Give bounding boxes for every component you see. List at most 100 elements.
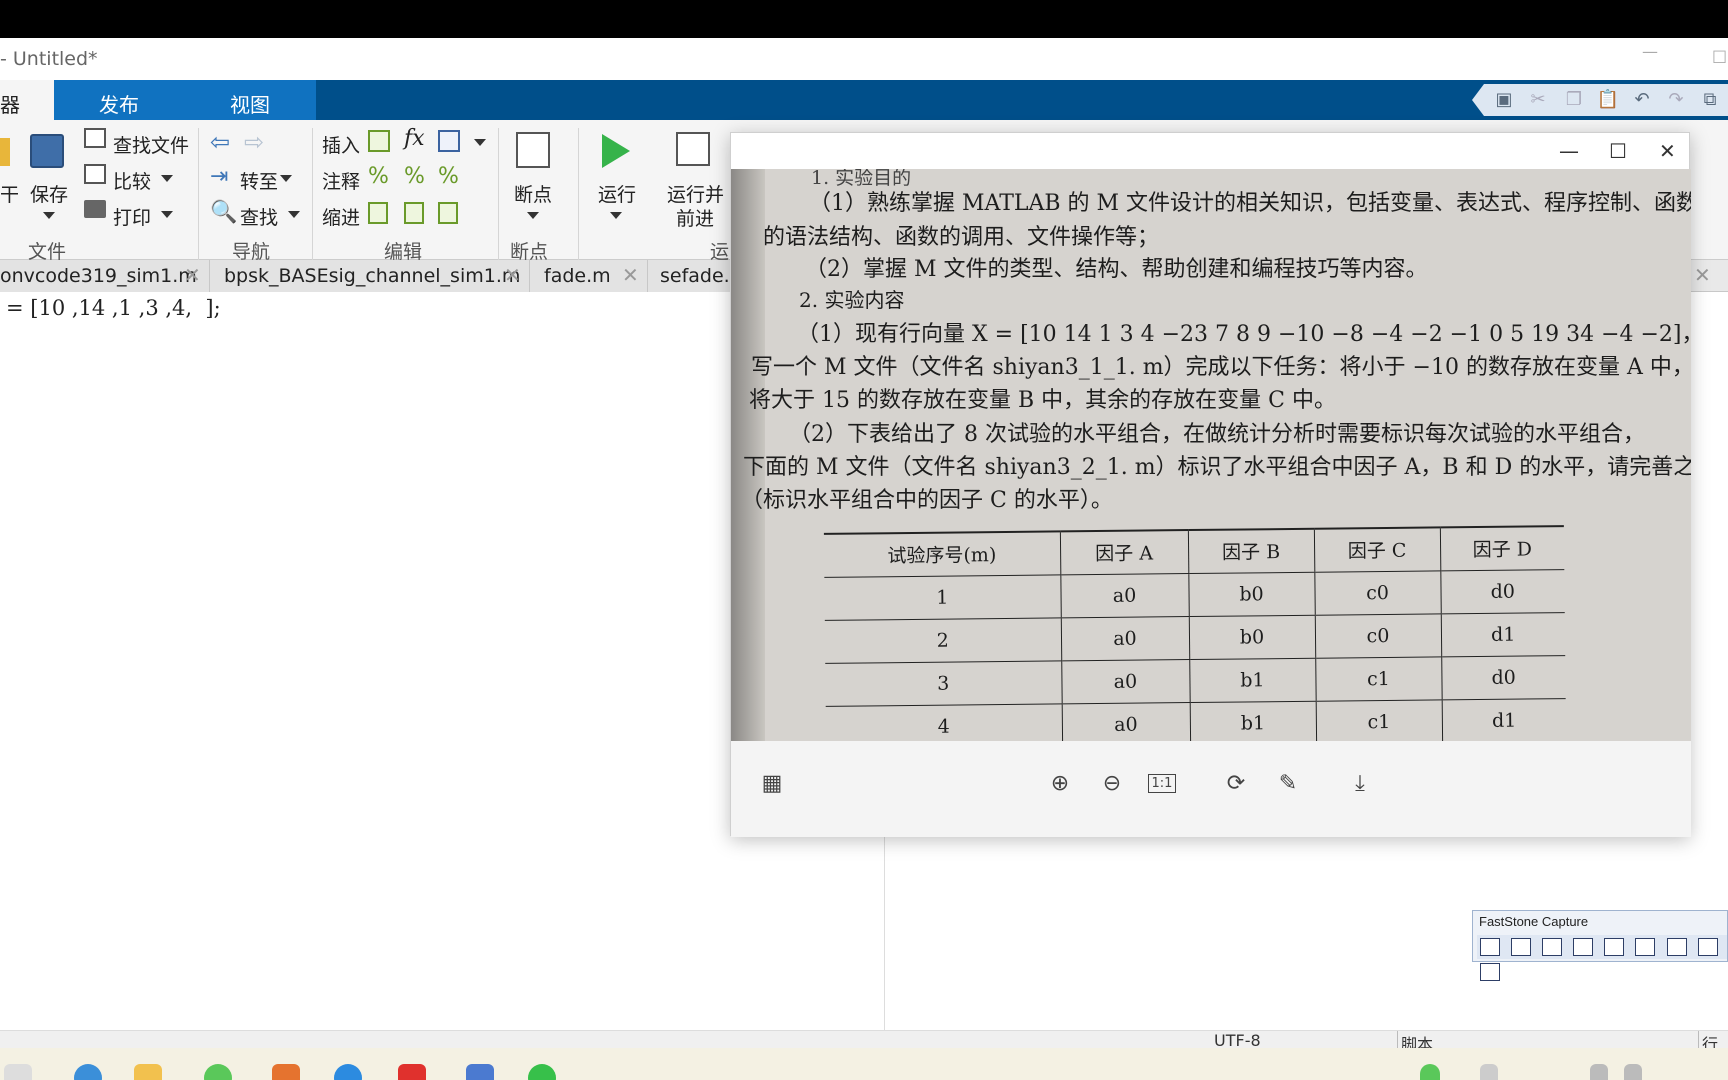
search-icon[interactable] [74,1064,102,1080]
open-folder-icon[interactable] [0,138,10,166]
capture-fullscreen-icon[interactable] [1635,938,1656,956]
wechat-icon[interactable] [528,1064,556,1080]
close-tab-icon[interactable]: ✕ [622,263,639,287]
rotate-icon[interactable]: ⟳ [1219,767,1253,801]
uncomment-icon[interactable]: % [404,164,425,189]
table-cell: d1 [1441,698,1567,741]
viewer-maximize-icon[interactable]: ☐ [1609,139,1627,163]
breakpoints-button[interactable]: 断点 [514,180,552,207]
file-tab[interactable]: bpsk_BASEsig_channel_sim1.m ✕ [210,260,530,292]
compare-dropdown-caret[interactable] [161,175,173,182]
table-header-cell: 因子 B [1187,528,1315,574]
find-button[interactable]: 查找 [240,203,278,230]
image-viewer-window: — ☐ ✕ 1. 实验目的 （1）熟练掌握 MATLAB 的 M 文件设计的相关… [730,132,1691,837]
goto-button[interactable]: 转至 [240,167,278,194]
thumbnail-grid-icon[interactable]: ▦ [755,767,789,801]
close-tab-icon[interactable]: ✕ [184,263,201,287]
insert-dropdown-caret[interactable] [474,139,486,146]
print-button[interactable]: 打印 [113,203,151,230]
increase-indent-icon[interactable] [404,202,424,224]
edit-pencil-icon[interactable]: ✎ [1271,767,1305,801]
capture-object-icon[interactable] [1542,938,1563,956]
save-icon[interactable]: ▣ [1492,88,1516,112]
redo-icon[interactable]: ↷ [1664,88,1688,112]
forward-arrow-icon[interactable]: ⇨ [244,128,264,156]
insert-section-icon[interactable] [368,130,390,152]
run-dropdown-caret[interactable] [610,212,622,219]
browser-icon[interactable] [204,1064,232,1080]
breakpoints-icon[interactable] [516,132,550,168]
capture-region-icon[interactable] [1573,938,1594,956]
goto-dropdown-caret[interactable] [280,175,292,182]
open-file-icon[interactable] [1480,938,1500,956]
print-dropdown-caret[interactable] [161,211,173,218]
wrap-comment-icon[interactable]: % [438,164,459,189]
zoom-out-icon[interactable]: ⊖ [1095,767,1129,801]
faststone-capture-toolbar: FastStone Capture [1472,910,1728,981]
file-explorer-icon[interactable] [134,1064,162,1080]
capture-freehand-icon[interactable] [1604,938,1625,956]
decrease-indent-icon[interactable] [438,202,458,224]
open-label[interactable]: 干 [0,180,19,207]
table-header-cell: 试验序号(m) [823,531,1061,577]
run-and-advance-icon[interactable] [676,132,710,166]
run-button[interactable]: 运行 [598,180,636,207]
copy-icon[interactable]: ❐ [1562,88,1586,112]
close-panel-icon[interactable]: ✕ [1694,263,1711,287]
close-tab-icon[interactable]: ✕ [504,263,521,287]
table-cell: 1 [824,574,1061,620]
undo-icon[interactable]: ↶ [1630,88,1654,112]
table-cell: 4 [825,703,1063,741]
edge-icon[interactable] [334,1064,362,1080]
wps-icon[interactable] [398,1064,426,1080]
matlab-icon[interactable] [272,1064,300,1080]
minimize-button[interactable]: — [1642,42,1658,61]
battery-icon[interactable] [1624,1064,1642,1080]
actual-size-button[interactable]: 1:1 [1145,767,1179,801]
cut-icon[interactable]: ✂ [1526,88,1550,112]
live-icon[interactable] [466,1064,494,1080]
zoom-in-icon[interactable]: ⊕ [1043,767,1077,801]
capture-window-icon[interactable] [1511,938,1532,956]
code-line[interactable]: = [10 ,14 ,1 ,3 ,4, ]; [6,296,221,320]
find-files-button[interactable]: 查找文件 [113,131,189,158]
insert-function-icon[interactable]: fx [404,126,425,151]
restore-button[interactable]: □ [1712,46,1727,65]
start-icon[interactable] [4,1064,32,1080]
photo-image[interactable]: 1. 实验目的 （1）熟练掌握 MATLAB 的 M 文件设计的相关知识，包括变… [731,169,1691,741]
smart-indent-icon[interactable] [368,202,388,224]
capture-fixed-region-icon[interactable] [1697,938,1718,956]
save-icon[interactable] [30,134,64,168]
tab-publish[interactable]: 发布 [54,80,184,120]
save-button[interactable]: 保存 [30,180,68,207]
run-and-advance-line1[interactable]: 运行并 [667,180,724,207]
capture-scrolling-icon[interactable] [1666,938,1687,956]
window-title: - Untitled* [0,48,98,70]
file-tab[interactable]: onvcode319_sim1.m ✕ [0,260,210,292]
page-text-line: 的语法结构、函数的调用、文件操作等； [763,225,1160,250]
find-dropdown-caret[interactable] [288,211,300,218]
paste-icon[interactable]: 📋 [1596,88,1620,112]
screen-recorder-icon[interactable] [1480,963,1500,981]
tray-icon[interactable] [1420,1064,1440,1080]
tray-icon[interactable] [1480,1064,1498,1080]
save-dropdown-caret[interactable] [43,212,55,219]
run-play-icon[interactable] [602,134,630,168]
comment-percent-icon[interactable]: % [368,164,389,189]
viewer-minimize-icon[interactable]: — [1559,139,1579,163]
run-and-advance-line2[interactable]: 前进 [676,204,714,231]
file-tab[interactable]: sefade.m [648,260,732,292]
file-type-indicator: 脚本 [1397,1031,1433,1048]
download-icon[interactable]: ⤓ [1343,767,1377,801]
switch-windows-icon[interactable]: ⧉ [1698,88,1722,112]
find-magnifier-icon: 🔍 [210,200,238,225]
insert-template-icon[interactable] [438,130,460,152]
tab-editor[interactable]: 器 [0,80,54,120]
compare-button[interactable]: 比较 [113,167,151,194]
tab-view[interactable]: 视图 [184,80,316,120]
volume-icon[interactable] [1590,1064,1608,1080]
viewer-close-icon[interactable]: ✕ [1659,139,1676,163]
file-tab[interactable]: fade.m ✕ [530,260,648,292]
breakpoints-dropdown-caret[interactable] [527,212,539,219]
back-arrow-icon[interactable]: ⇦ [210,128,230,156]
